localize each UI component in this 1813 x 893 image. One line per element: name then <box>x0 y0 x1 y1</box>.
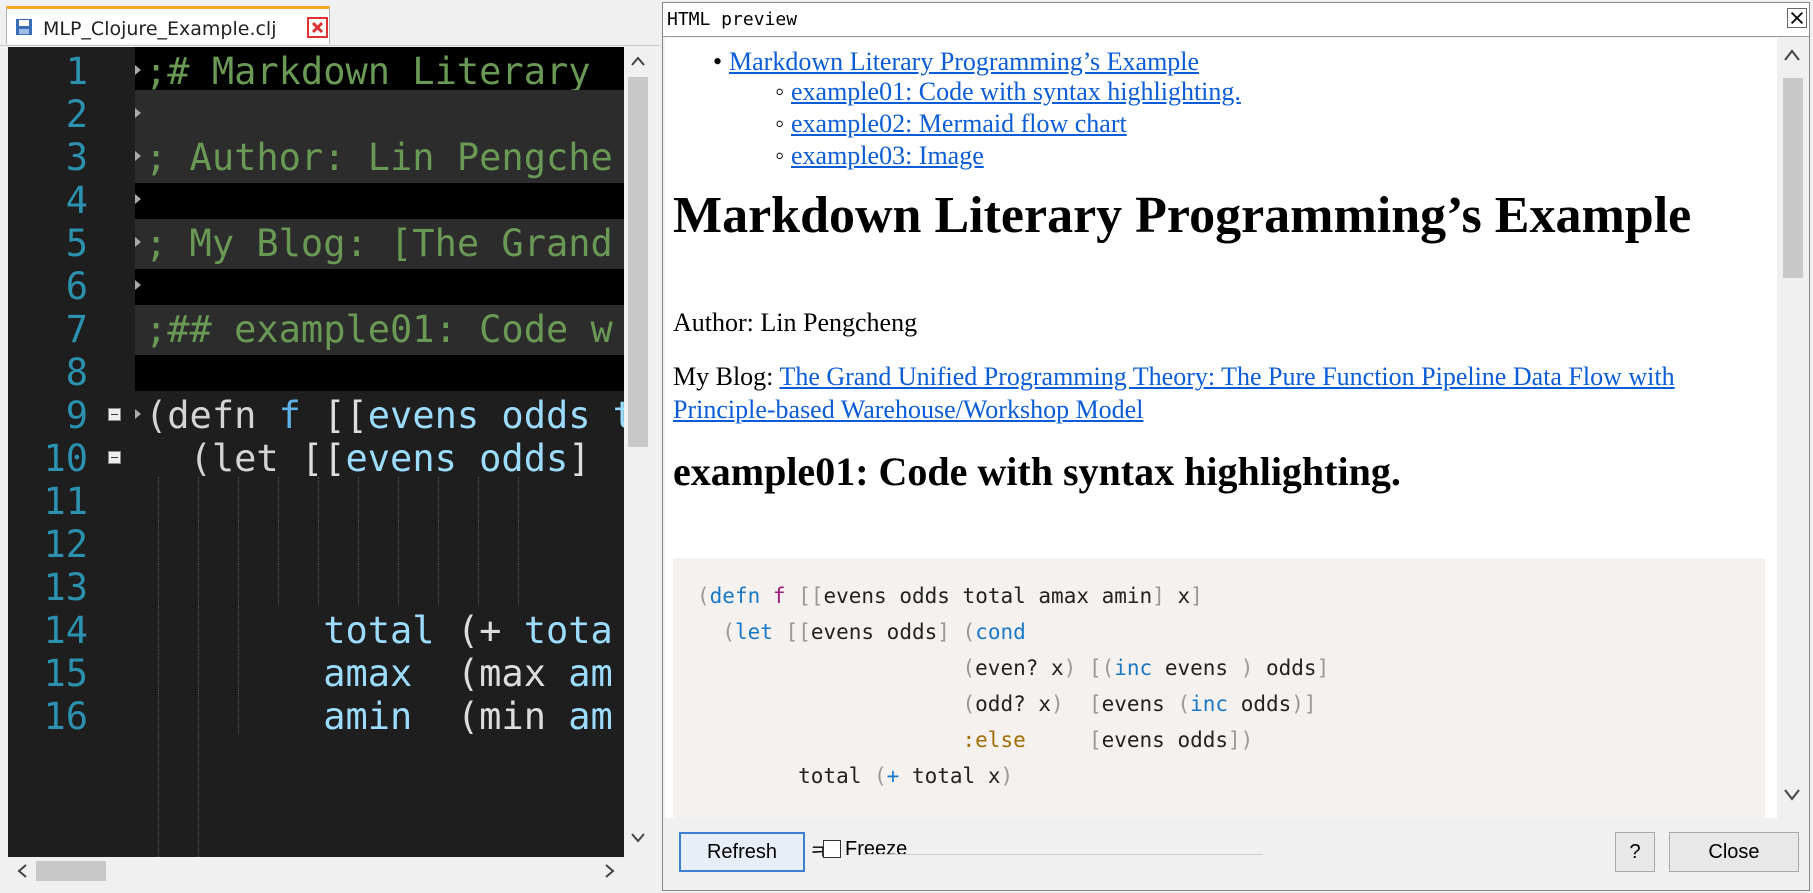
editor-horizontal-scrollbar[interactable] <box>8 857 624 885</box>
preview-title: HTML preview <box>667 9 798 30</box>
editor-pane: MLP_Clojure_Example.clj 1 ;# Markdown Li… <box>0 0 660 893</box>
token: (min <box>412 695 569 738</box>
preview-vertical-scrollbar[interactable] <box>1777 38 1807 818</box>
blog-link[interactable]: The Grand Unified Programming Theory: Th… <box>779 362 1674 391</box>
toc-link[interactable]: Markdown Literary Programming’s Example <box>729 47 1199 76</box>
token: tota <box>523 609 613 652</box>
scroll-right-icon[interactable] <box>604 863 616 879</box>
file-tab[interactable]: MLP_Clojure_Example.clj <box>6 6 330 44</box>
code-block-line: (odd? x) [evens (inc odds)] <box>697 692 1317 716</box>
scrollbar-thumb[interactable] <box>1783 78 1803 278</box>
fold-toggle-icon[interactable] <box>108 408 121 421</box>
token: evens odds <box>367 394 591 437</box>
divider <box>863 838 1263 855</box>
token: f <box>278 394 301 437</box>
page-heading: Markdown Literary Programming’s Example <box>673 187 1692 244</box>
bookmark-arrow-icon <box>135 237 141 247</box>
bookmark-arrow-icon <box>135 151 141 161</box>
token: [[ <box>300 437 346 480</box>
tab-label: MLP_Clojure_Example.clj <box>43 18 277 40</box>
code-editor[interactable]: 1 ;# Markdown Literary 2 3 ; Author: Lin… <box>8 47 624 857</box>
author-line: Author: Lin Pengcheng <box>673 308 918 337</box>
close-button[interactable]: Close <box>1669 832 1799 872</box>
toc-bullet: ◦ <box>775 77 785 106</box>
toc-item-top[interactable]: Markdown Literary Programming’s Example <box>729 46 1199 78</box>
token: (defn <box>145 394 279 437</box>
code-block-line: (even? x) [(inc evens ) odds] <box>697 656 1330 680</box>
code-block-line: (defn f [[evens odds total amax amin] x] <box>697 584 1203 608</box>
token: evens odds <box>345 437 569 480</box>
scroll-down-icon[interactable] <box>630 832 646 844</box>
bookmark-arrow-icon <box>135 280 141 290</box>
token: am <box>568 652 613 695</box>
token: t <box>612 394 624 437</box>
section-heading: example01: Code with syntax highlighting… <box>673 449 1401 494</box>
html-preview-window: HTML preview • Markdown Literary Program… <box>662 2 1810 891</box>
token: (let <box>145 437 301 480</box>
scrollbar-thumb[interactable] <box>628 77 648 447</box>
bookmark-arrow-icon <box>135 65 141 75</box>
token: (+ <box>434 609 524 652</box>
scroll-down-icon[interactable] <box>1783 788 1801 802</box>
scroll-up-icon[interactable] <box>630 55 646 67</box>
bookmark-arrow-icon <box>135 108 141 118</box>
code-block-line: (let [[evens odds] (cond <box>697 620 1026 644</box>
freeze-checkbox[interactable] <box>823 840 841 858</box>
token: [[ <box>300 394 368 437</box>
toc-link[interactable]: example02: Mermaid flow chart <box>791 109 1127 138</box>
preview-titlebar: HTML preview <box>663 3 1809 37</box>
tab-strip: MLP_Clojure_Example.clj <box>0 0 660 46</box>
token: amax <box>145 652 413 695</box>
blog-line: My Blog: The Grand Unified Programming T… <box>673 360 1773 426</box>
preview-button-bar: Refresh ㅋ Freeze ? Close <box>663 818 1809 890</box>
code-block-line: total (+ total x) <box>697 764 1014 788</box>
blog-link-cont[interactable]: Principle-based Warehouse/Workshop Model <box>673 395 1143 424</box>
code-block: (defn f [[evens odds total amax amin] x]… <box>673 558 1765 818</box>
code-block-line: :else [evens odds]) <box>962 728 1254 752</box>
preview-content: • Markdown Literary Programming’s Exampl… <box>665 38 1777 818</box>
bookmark-arrow-icon <box>135 409 141 419</box>
close-tab-icon[interactable] <box>307 17 328 38</box>
scroll-left-icon[interactable] <box>16 863 28 879</box>
scroll-up-icon[interactable] <box>1783 48 1801 62</box>
toc-link[interactable]: example01: Code with syntax highlighting… <box>791 77 1241 106</box>
toc-item[interactable]: example03: Image <box>791 140 984 172</box>
token: am <box>568 695 613 738</box>
save-icon <box>16 19 32 35</box>
toc-item[interactable]: example01: Code with syntax highlighting… <box>791 76 1241 108</box>
help-button[interactable]: ? <box>1615 832 1655 872</box>
code-line-rest <box>8 735 624 857</box>
blog-prefix: My Blog: <box>673 362 780 391</box>
toc-link[interactable]: example03: Image <box>791 141 984 170</box>
toc-bullet: • <box>713 47 723 76</box>
bookmark-arrow-icon <box>135 194 141 204</box>
scrollbar-thumb[interactable] <box>36 861 106 881</box>
close-icon[interactable] <box>1787 8 1807 28</box>
token: ] <box>568 437 591 480</box>
token: total <box>145 609 435 652</box>
toc-bullet: ◦ <box>775 109 785 138</box>
token: (max <box>412 652 569 695</box>
refresh-button[interactable]: Refresh <box>679 832 805 872</box>
toc-item[interactable]: example02: Mermaid flow chart <box>791 108 1127 140</box>
editor-vertical-scrollbar[interactable] <box>624 47 652 857</box>
fold-toggle-icon[interactable] <box>108 451 121 464</box>
toc-bullet: ◦ <box>775 141 785 170</box>
token: amin <box>145 695 413 738</box>
